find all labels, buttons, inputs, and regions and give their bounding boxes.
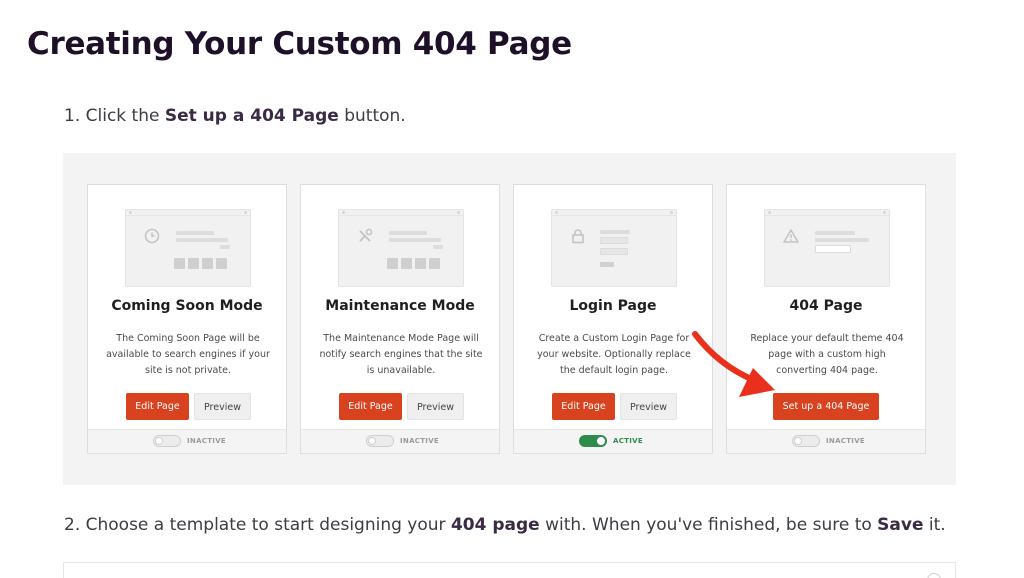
maintenance-illustration — [338, 209, 464, 287]
warning-icon — [783, 229, 799, 243]
404-illustration — [764, 209, 890, 287]
preview-button[interactable]: Preview — [407, 393, 464, 420]
next-screenshot-preview — [63, 562, 956, 578]
step-1-prefix: 1. Click the — [64, 106, 165, 126]
card-title: Maintenance Mode — [325, 298, 475, 314]
step-1-bold: Set up a 404 Page — [164, 106, 339, 126]
status-label: INACTIVE — [187, 437, 226, 445]
step-2-bold-404: 404 page — [450, 515, 540, 535]
status-label: INACTIVE — [826, 437, 865, 445]
card-description: The Coming Soon Page will be available t… — [106, 333, 270, 376]
edit-page-button[interactable]: Edit Page — [126, 393, 189, 420]
step-2-middle: with. When you've finished, be sure to — [539, 515, 878, 535]
circle-icon — [927, 573, 941, 578]
card-footer: ACTIVE — [514, 429, 712, 453]
edit-page-button[interactable]: Edit Page — [552, 393, 615, 420]
card-title: Login Page — [569, 298, 657, 314]
tools-icon — [359, 228, 373, 242]
status-toggle[interactable] — [792, 435, 820, 447]
step-1-suffix: button. — [338, 106, 406, 126]
status-toggle[interactable] — [366, 435, 394, 447]
preview-button[interactable]: Preview — [194, 393, 251, 420]
card-description: Replace your default theme 404 page with… — [750, 333, 904, 376]
step-2-bold-save: Save — [877, 515, 924, 535]
coming-soon-illustration — [125, 209, 251, 287]
edit-page-button[interactable]: Edit Page — [339, 393, 402, 420]
set-up-404-page-button[interactable]: Set up a 404 Page — [773, 393, 879, 420]
article-page: Creating Your Custom 404 Page 1. Click t… — [0, 0, 1024, 578]
status-label: INACTIVE — [400, 437, 439, 445]
card-login: Login Page Create a Custom Login Page fo… — [513, 184, 713, 454]
card-title: Coming Soon Mode — [111, 298, 263, 314]
clock-icon — [144, 228, 160, 244]
step-2-suffix: it. — [923, 515, 946, 535]
card-title: 404 Page — [789, 298, 863, 314]
card-footer: INACTIVE — [301, 429, 499, 453]
status-label: ACTIVE — [613, 437, 643, 445]
lock-icon — [572, 229, 584, 244]
login-illustration — [551, 209, 677, 287]
page-title: Creating Your Custom 404 Page — [27, 26, 572, 62]
card-footer: INACTIVE — [88, 429, 286, 453]
card-coming-soon: Coming Soon Mode The Coming Soon Page wi… — [87, 184, 287, 454]
dashboard-screenshot: Coming Soon Mode The Coming Soon Page wi… — [63, 153, 956, 485]
card-404-page: 404 Page Replace your default theme 404 … — [726, 184, 926, 454]
card-footer: INACTIVE — [727, 429, 925, 453]
preview-button[interactable]: Preview — [620, 393, 677, 420]
status-toggle[interactable] — [579, 435, 607, 447]
card-description: The Maintenance Mode Page will notify se… — [319, 333, 483, 376]
step-1-instruction: 1. Click the Set up a 404 Page button. — [64, 104, 406, 128]
step-2-prefix: 2. Choose a template to start designing … — [64, 515, 451, 535]
card-description: Create a Custom Login Page for your webs… — [537, 333, 691, 376]
step-2-instruction: 2. Choose a template to start designing … — [64, 513, 946, 537]
card-maintenance: Maintenance Mode The Maintenance Mode Pa… — [300, 184, 500, 454]
status-toggle[interactable] — [153, 435, 181, 447]
